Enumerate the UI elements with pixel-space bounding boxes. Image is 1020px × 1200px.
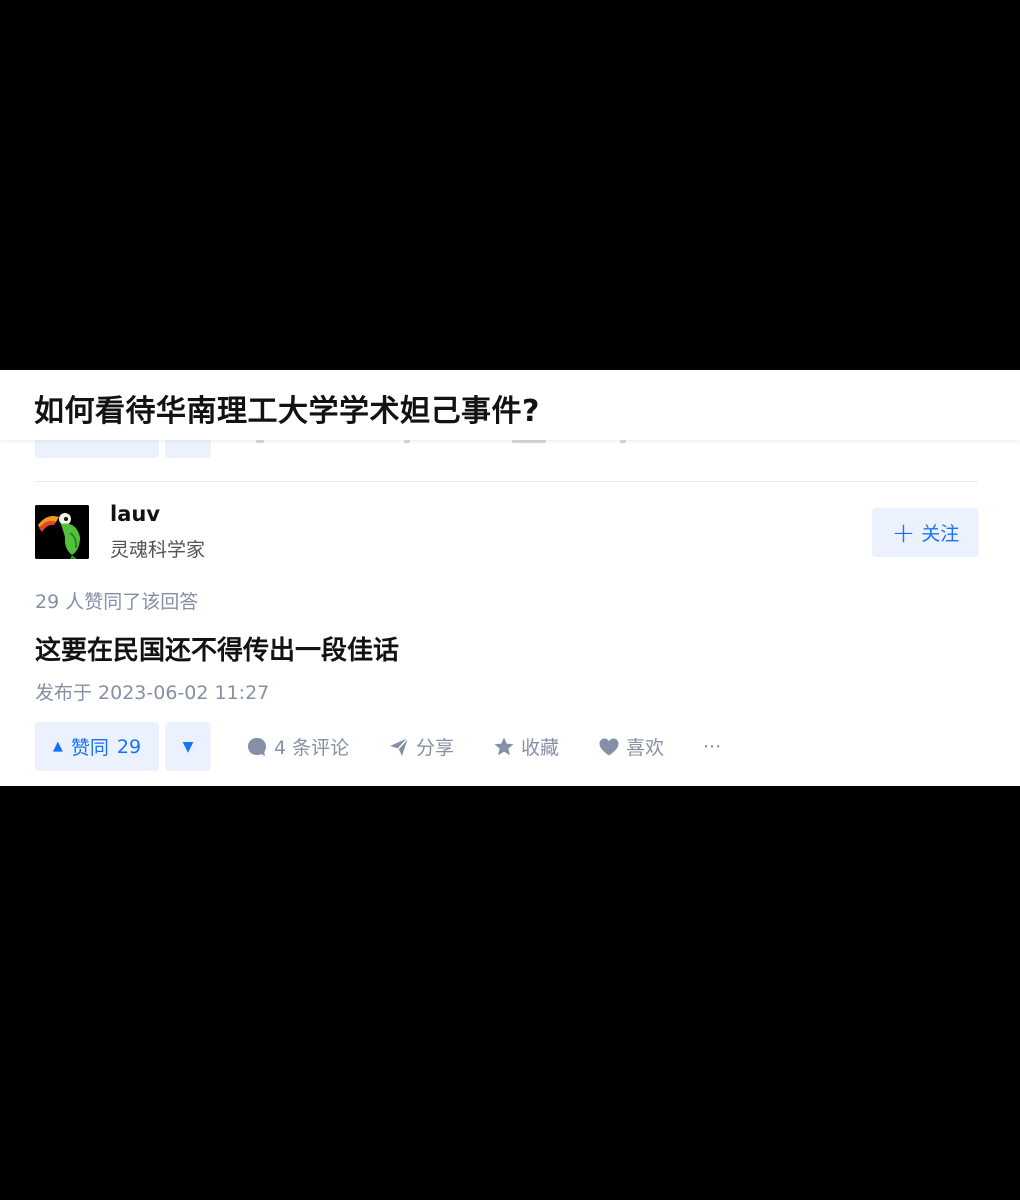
clipped-text-fragment [256, 440, 264, 443]
sticky-question-header: 如何看待华南理工大学学术妲己事件? [0, 370, 1020, 440]
comments-button[interactable]: 4 条评论 [246, 722, 349, 771]
previous-answer-action-bar [0, 440, 1020, 458]
vote-down-button[interactable]: ▼ [165, 722, 211, 771]
vote-up-button[interactable]: ▲ 赞同 29 [35, 722, 159, 771]
comment-icon [248, 737, 266, 756]
clipped-text-fragment [512, 440, 546, 443]
plus-icon: + [891, 515, 916, 549]
more-icon: ··· [703, 735, 722, 758]
collect-label: 收藏 [521, 737, 560, 759]
like-button[interactable]: 喜欢 [598, 722, 664, 771]
answer-content: 这要在民国还不得传出一段佳话 [35, 636, 400, 666]
heart-icon [599, 738, 619, 755]
clipped-text-fragment [620, 440, 626, 443]
author-headline: 灵魂科学家 [110, 539, 206, 561]
share-label: 分享 [416, 737, 455, 759]
avatar[interactable] [35, 505, 89, 559]
triangle-up-icon: ▲ [52, 739, 63, 754]
share-button[interactable]: 分享 [388, 722, 454, 771]
previous-vote-down-button[interactable] [165, 440, 211, 458]
publish-time[interactable]: 发布于 2023-06-02 11:27 [35, 678, 269, 705]
answer-card: 如何看待华南理工大学学术妲己事件? lauv 灵魂科学家 + 关注 29 人赞同… [0, 370, 1020, 786]
question-title[interactable]: 如何看待华南理工大学学术妲己事件? [34, 386, 540, 430]
author-name[interactable]: lauv [110, 502, 160, 526]
previous-vote-up-button[interactable] [35, 440, 159, 458]
vote-up-count: 29 [116, 735, 142, 758]
star-icon [494, 737, 514, 755]
triangle-down-icon: ▼ [182, 738, 194, 755]
comments-label: 4 条评论 [274, 737, 350, 759]
clipped-text-fragment [404, 440, 410, 443]
answer-divider [35, 481, 978, 482]
paper-plane-icon [390, 737, 409, 756]
collect-button[interactable]: 收藏 [493, 722, 559, 771]
follow-label: 关注 [921, 523, 960, 545]
more-options-button[interactable]: ··· [703, 722, 721, 771]
like-label: 喜欢 [626, 737, 665, 759]
follow-button[interactable]: + 关注 [872, 508, 979, 557]
vote-summary: 29 人赞同了该回答 [35, 591, 199, 613]
parrot-avatar-icon [35, 505, 89, 559]
vote-up-label: 赞同 [70, 737, 109, 759]
